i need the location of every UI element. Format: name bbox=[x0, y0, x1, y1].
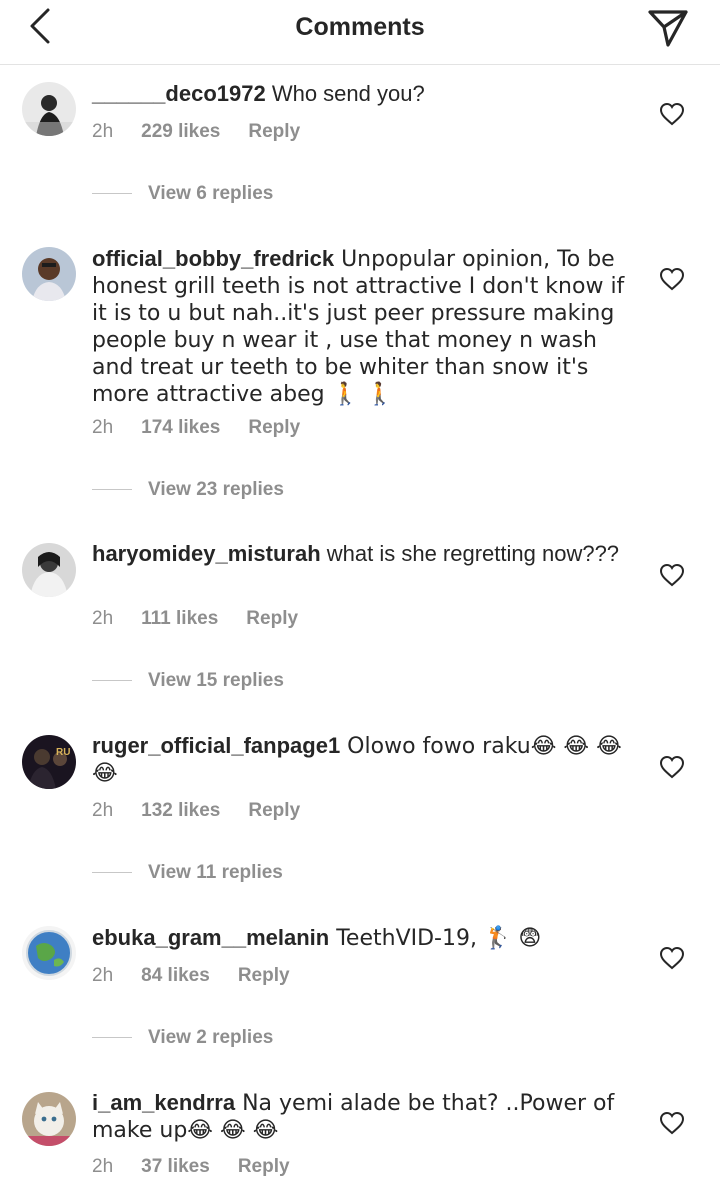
comment-body: haryomidey_misturah what is she regretti… bbox=[92, 541, 637, 567]
likes-count[interactable]: 132 likes bbox=[141, 800, 220, 822]
comment-meta: 2h 84 likes Reply bbox=[92, 965, 290, 987]
avatar[interactable]: RU bbox=[22, 735, 76, 789]
avatar[interactable] bbox=[22, 247, 76, 301]
likes-count[interactable]: 111 likes bbox=[141, 608, 218, 630]
comment-meta: 2h 174 likes Reply bbox=[92, 417, 300, 439]
avatar[interactable] bbox=[22, 926, 76, 980]
avatar[interactable] bbox=[22, 543, 76, 597]
reply-button[interactable]: Reply bbox=[238, 965, 290, 987]
heart-icon[interactable] bbox=[659, 102, 685, 126]
view-replies-button[interactable]: View 2 replies bbox=[92, 1027, 273, 1051]
likes-count[interactable]: 174 likes bbox=[141, 417, 220, 439]
comment-text: Who send you? bbox=[265, 81, 425, 106]
divider-line bbox=[92, 872, 132, 874]
comment-username[interactable]: ruger_official_fanpage1 bbox=[92, 733, 340, 758]
comment-meta: 2h 111 likes Reply bbox=[92, 608, 298, 630]
heart-icon[interactable] bbox=[659, 563, 685, 587]
comment-body: ebuka_gram__melanin TeethVID-19, 🏌 😨 bbox=[92, 925, 637, 952]
comment-username[interactable]: haryomidey_misturah bbox=[92, 541, 321, 566]
comment-text: TeethVID-19, 🏌 😨 bbox=[329, 926, 542, 951]
reply-button[interactable]: Reply bbox=[248, 417, 300, 439]
comment-body: i_am_kendrra Na yemi alade be that? ..Po… bbox=[92, 1090, 637, 1144]
comment-time: 2h bbox=[92, 1156, 114, 1177]
divider-line bbox=[92, 193, 132, 195]
divider-line bbox=[92, 489, 132, 491]
comment-username[interactable]: ______deco1972 bbox=[92, 81, 266, 106]
comment-text: Unpopular opinion, To be honest grill te… bbox=[92, 247, 625, 407]
view-replies-label: View 11 replies bbox=[148, 862, 283, 883]
comment-meta: 2h 37 likes Reply bbox=[92, 1156, 290, 1178]
reply-button[interactable]: Reply bbox=[248, 800, 300, 822]
page-title: Comments bbox=[295, 13, 425, 41]
view-replies-button[interactable]: View 6 replies bbox=[92, 183, 273, 207]
comment-username[interactable]: official_bobby_fredrick bbox=[92, 246, 334, 271]
comment-body: official_bobby_fredrick Unpopular opinio… bbox=[92, 246, 637, 408]
view-replies-button[interactable]: View 11 replies bbox=[92, 862, 283, 886]
heart-icon[interactable] bbox=[659, 755, 685, 779]
divider-line bbox=[92, 1037, 132, 1039]
heart-icon[interactable] bbox=[659, 1111, 685, 1135]
svg-text:RU: RU bbox=[56, 747, 70, 758]
likes-count[interactable]: 37 likes bbox=[141, 1156, 210, 1178]
comment-time: 2h bbox=[92, 608, 114, 629]
header-bar: Comments bbox=[0, 0, 720, 65]
share-button[interactable] bbox=[646, 5, 690, 49]
comment-meta: 2h 229 likes Reply bbox=[92, 121, 300, 143]
comment-time: 2h bbox=[92, 417, 114, 438]
view-replies-label: View 15 replies bbox=[148, 670, 284, 691]
comment-time: 2h bbox=[92, 121, 114, 142]
comment-time: 2h bbox=[92, 800, 114, 821]
divider-line bbox=[92, 680, 132, 682]
heart-icon[interactable] bbox=[659, 946, 685, 970]
comment-body: ______deco1972 Who send you? bbox=[92, 81, 637, 107]
view-replies-label: View 6 replies bbox=[148, 183, 274, 204]
comment-text: what is she regretting now??? bbox=[320, 541, 620, 566]
reply-button[interactable]: Reply bbox=[248, 121, 300, 143]
comment-time: 2h bbox=[92, 965, 114, 986]
view-replies-label: View 2 replies bbox=[148, 1027, 274, 1048]
view-replies-label: View 23 replies bbox=[148, 479, 284, 500]
comment-meta: 2h 132 likes Reply bbox=[92, 800, 300, 822]
send-icon bbox=[648, 10, 688, 47]
view-replies-button[interactable]: View 15 replies bbox=[92, 670, 284, 694]
likes-count[interactable]: 229 likes bbox=[141, 121, 220, 143]
view-replies-button[interactable]: View 23 replies bbox=[92, 479, 284, 503]
comment-body: ruger_official_fanpage1 Olowo fowo raku😂… bbox=[92, 733, 637, 787]
comment-username[interactable]: i_am_kendrra bbox=[92, 1090, 235, 1115]
reply-button[interactable]: Reply bbox=[246, 608, 298, 630]
avatar[interactable] bbox=[22, 82, 76, 136]
comment-username[interactable]: ebuka_gram__melanin bbox=[92, 925, 329, 950]
likes-count[interactable]: 84 likes bbox=[141, 965, 210, 987]
heart-icon[interactable] bbox=[659, 267, 685, 291]
avatar[interactable] bbox=[22, 1092, 76, 1146]
reply-button[interactable]: Reply bbox=[238, 1156, 290, 1178]
